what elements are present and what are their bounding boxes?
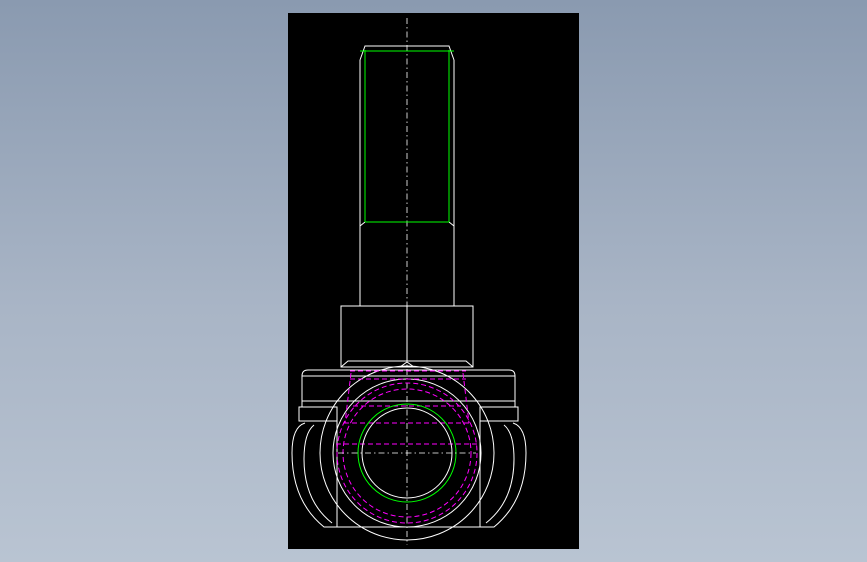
cad-drawing <box>291 18 527 545</box>
side-lugs <box>291 421 527 528</box>
body-top-block <box>298 369 519 422</box>
cad-viewport[interactable] <box>288 13 579 549</box>
hex-nut <box>340 305 474 368</box>
